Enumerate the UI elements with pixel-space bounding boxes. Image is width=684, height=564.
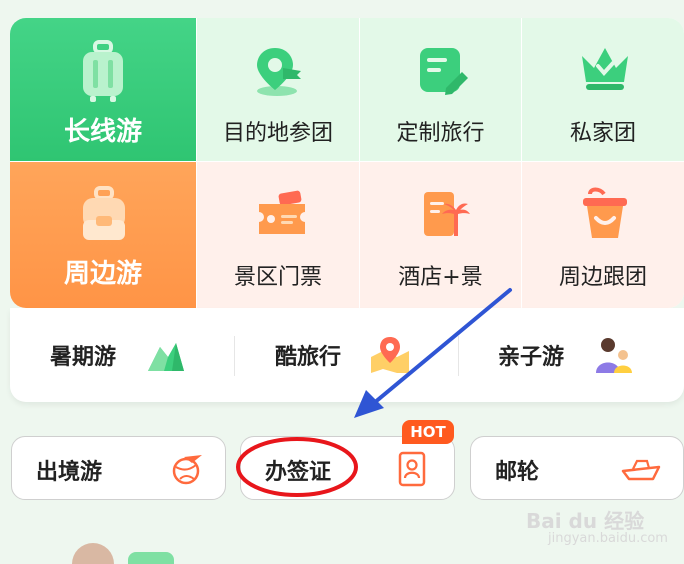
status-badge bbox=[128, 552, 174, 564]
watermark-brand: Bai du 经验 bbox=[526, 509, 645, 533]
annotation-arrowhead bbox=[354, 390, 384, 418]
annotation-red-circle bbox=[236, 437, 358, 497]
annotation-overlay bbox=[236, 288, 512, 497]
annotation-arrow bbox=[372, 288, 512, 405]
watermark-url: jingyan.baidu.com bbox=[548, 531, 668, 546]
